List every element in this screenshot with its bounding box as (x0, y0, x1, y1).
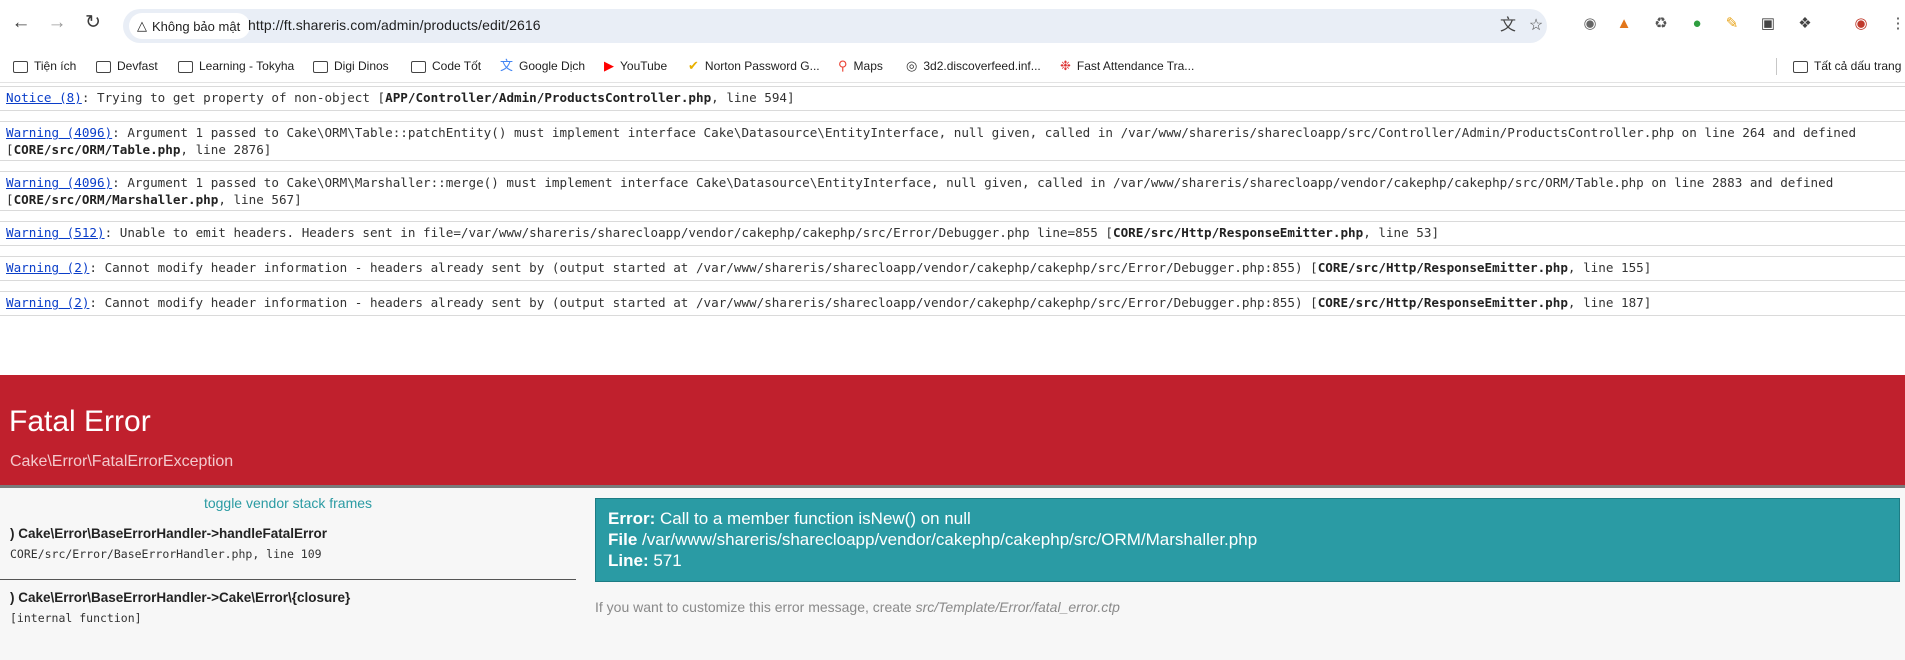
norton-icon: ✔ (688, 58, 699, 73)
warning-link[interactable]: Warning (2) (6, 295, 89, 310)
stack-frame[interactable]: ) Cake\Error\BaseErrorHandler->handleFat… (10, 526, 570, 561)
globe-icon: ◎ (906, 58, 918, 73)
bookmark-icon: ❉ (1060, 58, 1071, 73)
bookmarks-bar: Tiện ích Devfast Learning - Tokyha Digi … (0, 50, 1905, 83)
warning-link[interactable]: Warning (4096) (6, 175, 112, 190)
reload-icon[interactable]: ↻ (82, 12, 104, 34)
stack-trace: toggle vendor stack frames ) Cake\Error\… (0, 488, 576, 660)
folder-icon (1793, 61, 1808, 73)
bookmark-all-bookmarks[interactable]: Tất cả dấu trang (1793, 50, 1901, 82)
translate-icon[interactable]: 文 (1498, 16, 1518, 36)
warning-triangle-icon: △ (137, 18, 147, 33)
folder-icon (313, 61, 328, 73)
file-line: File /var/www/shareris/sharecloapp/vendo… (608, 530, 1258, 549)
bookmark-learning-tokyha[interactable]: Learning - Tokyha (178, 50, 294, 82)
warning-link[interactable]: Warning (2) (6, 260, 89, 275)
profile-avatar-icon[interactable]: ◉ (1851, 14, 1871, 34)
metamask-icon[interactable]: ▲ (1614, 14, 1634, 34)
exception-class: Cake\Error\FatalErrorException (10, 453, 234, 470)
toggle-vendor-frames-link[interactable]: toggle vendor stack frames (0, 495, 576, 511)
warning-link[interactable]: Warning (512) (6, 225, 105, 240)
apps-folder-icon (13, 61, 28, 73)
warning-row: Warning (2): Cannot modify header inform… (0, 256, 1905, 281)
bookmark-digi-dinos[interactable]: Digi Dinos (313, 50, 389, 82)
green-extension-icon[interactable]: ● (1687, 14, 1707, 34)
star-icon[interactable]: ☆ (1526, 16, 1546, 36)
folder-icon (96, 61, 111, 73)
customize-hint: If you want to customize this error mess… (595, 599, 1120, 615)
bookmark-youtube[interactable]: ▶ YouTube (604, 50, 667, 82)
robot-icon[interactable]: ▣ (1758, 14, 1778, 34)
stack-frame[interactable]: ) Cake\Error\BaseErrorHandler->Cake\Erro… (10, 590, 570, 625)
camera-icon[interactable]: ◉ (1580, 14, 1600, 34)
youtube-icon: ▶ (604, 58, 614, 73)
frame-file: [internal function] (10, 611, 142, 625)
fatal-error-title: Fatal Error (9, 405, 151, 438)
puzzle-extensions-icon[interactable]: ❖ (1795, 14, 1815, 34)
address-bar[interactable]: △ Không bảo mật http://ft.shareris.com/a… (123, 9, 1547, 43)
security-chip[interactable]: △ Không bảo mật (129, 13, 251, 39)
google-translate-icon: 文 (500, 58, 514, 73)
frame-file: CORE/src/Error/BaseErrorHandler.php, lin… (10, 547, 322, 561)
back-arrow-icon[interactable]: ← (10, 12, 32, 34)
warning-row: Warning (4096): Argument 1 passed to Cak… (0, 171, 1905, 211)
warning-row: Warning (2): Cannot modify header inform… (0, 291, 1905, 316)
line-line: Line: 571 (608, 551, 682, 570)
bookmark-code-tot[interactable]: Code Tốt (411, 50, 481, 82)
bookmark-devfast[interactable]: Devfast (96, 50, 158, 82)
security-label: Không bảo mật (152, 18, 241, 34)
url-text[interactable]: http://ft.shareris.com/admin/products/ed… (248, 17, 541, 33)
highlighter-icon[interactable]: ✎ (1722, 14, 1742, 34)
bookmark-discoverfeed[interactable]: ◎ 3d2.discoverfeed.inf... (906, 50, 1041, 82)
error-details: toggle vendor stack frames ) Cake\Error\… (0, 488, 1905, 660)
recycle-icon[interactable]: ♻ (1651, 14, 1671, 34)
error-message: Call to a member function isNew() on nul… (659, 509, 971, 528)
fatal-error-header: Fatal Error Cake\Error\FatalErrorExcepti… (0, 375, 1905, 488)
frame-function: ) Cake\Error\BaseErrorHandler->handleFat… (10, 526, 327, 541)
bookmarks-separator (1776, 58, 1777, 75)
bookmark-fast-attendance[interactable]: ❉ Fast Attendance Tra... (1060, 50, 1194, 82)
page-content: Notice (8): Trying to get property of no… (0, 83, 1905, 660)
bookmark-google-translate[interactable]: 文 Google Dịch (500, 50, 585, 82)
maps-icon: ⚲ (838, 58, 848, 73)
warning-row: Warning (512): Unable to emit headers. H… (0, 221, 1905, 246)
notice-link[interactable]: Notice (8) (6, 90, 82, 105)
folder-icon (178, 61, 193, 73)
menu-dots-icon[interactable]: ⋮ (1888, 14, 1905, 34)
template-path: src/Template/Error/fatal_error.ctp (915, 599, 1120, 615)
notice-row: Notice (8): Trying to get property of no… (0, 86, 1905, 111)
forward-arrow-icon[interactable]: → (46, 12, 68, 34)
bookmark-apps[interactable]: Tiện ích (13, 50, 76, 82)
frame-divider (0, 579, 576, 580)
frame-function: ) Cake\Error\BaseErrorHandler->Cake\Erro… (10, 590, 351, 605)
bookmark-maps[interactable]: ⚲ Maps (838, 50, 883, 82)
bookmark-norton[interactable]: ✔ Norton Password G... (688, 50, 820, 82)
warning-row: Warning (4096): Argument 1 passed to Cak… (0, 121, 1905, 161)
folder-icon (411, 61, 426, 73)
error-file-path: /var/www/shareris/sharecloapp/vendor/cak… (642, 530, 1258, 549)
error-line: Error: Call to a member function isNew()… (608, 509, 971, 528)
warning-link[interactable]: Warning (4096) (6, 125, 112, 140)
error-message-box: Error: Call to a member function isNew()… (595, 498, 1900, 582)
error-line-number: 571 (653, 551, 682, 570)
browser-toolbar: ← → ↻ △ Không bảo mật http://ft.shareris… (0, 0, 1905, 50)
